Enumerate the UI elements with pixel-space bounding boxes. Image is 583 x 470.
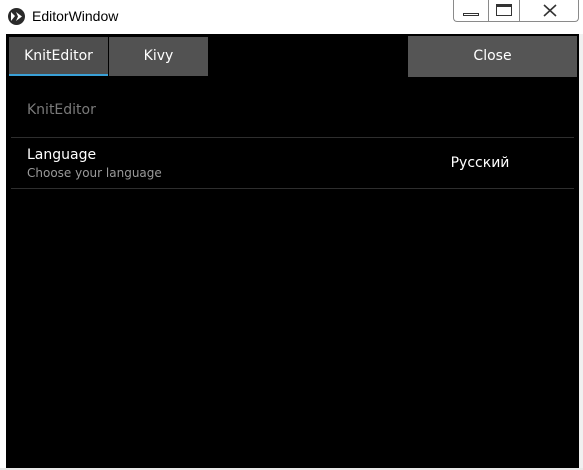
divider — [11, 137, 574, 138]
close-icon — [543, 4, 557, 17]
tab-kivy[interactable]: Kivy — [109, 37, 208, 76]
setting-title: Language — [27, 147, 97, 163]
kivy-logo-icon — [8, 8, 25, 25]
title-bar[interactable]: EditorWindow — [0, 0, 583, 34]
window-close-button[interactable] — [519, 0, 579, 22]
maximize-button[interactable] — [488, 0, 519, 22]
minimize-button[interactable] — [453, 0, 488, 22]
close-button[interactable]: Close — [408, 36, 577, 77]
section-title: KnitEditor — [27, 102, 96, 118]
window-title: EditorWindow — [32, 8, 119, 24]
settings-panel: KnitEditor Kivy Close KnitEditor Languag… — [6, 34, 579, 468]
language-value[interactable]: Русский — [440, 155, 520, 171]
setting-description: Choose your language — [27, 166, 162, 180]
window-border — [579, 34, 583, 470]
editor-window: EditorWindow KnitEditor Kivy Close KnitE… — [0, 0, 583, 470]
tab-kniteditor[interactable]: KnitEditor — [9, 37, 108, 76]
selected-tab-indicator — [9, 74, 108, 76]
divider — [11, 188, 574, 189]
